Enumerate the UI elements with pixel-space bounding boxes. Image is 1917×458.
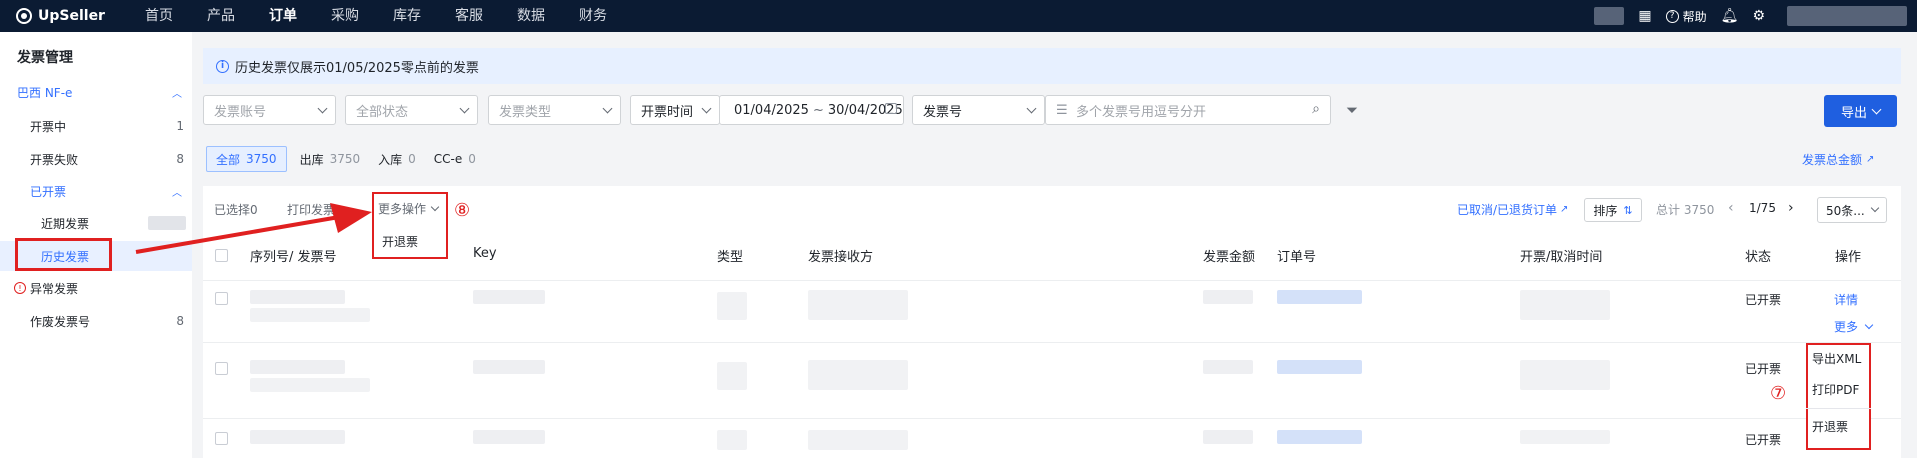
page-indicator: 1/75 bbox=[1749, 201, 1776, 215]
row-divider bbox=[203, 342, 1901, 343]
row-more-label: 更多 bbox=[1834, 320, 1859, 334]
blurred-key bbox=[473, 290, 545, 304]
col-time: 开票/取消时间 bbox=[1520, 250, 1603, 265]
row-checkbox[interactable] bbox=[215, 432, 228, 445]
blurred-type bbox=[717, 362, 747, 390]
col-status: 状态 bbox=[1745, 250, 1772, 265]
menu-item-print-pdf[interactable]: 打印PDF bbox=[1812, 381, 1859, 398]
blurred-amount bbox=[1203, 290, 1253, 304]
row-more-dropdown[interactable]: 更多 bbox=[1834, 318, 1874, 335]
col-type: 类型 bbox=[717, 250, 744, 265]
blurred-recipient bbox=[808, 430, 908, 450]
row-checkbox[interactable] bbox=[215, 292, 228, 305]
menu-item-refund-invoice[interactable]: 开退票 bbox=[1812, 418, 1848, 435]
chevron-down-icon bbox=[1864, 320, 1874, 330]
blurred-type bbox=[717, 430, 747, 450]
blurred-recipient bbox=[808, 290, 908, 320]
select-all-checkbox[interactable] bbox=[215, 249, 228, 262]
blurred-amount bbox=[1203, 360, 1253, 374]
blurred-time bbox=[1520, 360, 1610, 390]
col-order-no: 订单号 bbox=[1277, 250, 1317, 265]
cancelled-orders-link[interactable]: 已取消/已退货订单 ↗ bbox=[1457, 201, 1568, 218]
col-actions: 操作 bbox=[1835, 250, 1862, 265]
prev-page-icon[interactable]: ‹ bbox=[1728, 200, 1734, 216]
blurred-invoice bbox=[250, 378, 370, 392]
page-size-select[interactable]: 50条... bbox=[1817, 197, 1887, 223]
menu-item-export-xml[interactable]: 导出XML bbox=[1812, 350, 1861, 367]
blurred-key bbox=[473, 430, 545, 444]
row-more-menu: 导出XML 打印PDF 开退票 bbox=[1806, 343, 1871, 450]
status-badge: 已开票 bbox=[1745, 433, 1782, 447]
sort-label: 排序 bbox=[1593, 203, 1618, 218]
detail-link[interactable]: 详情 bbox=[1834, 291, 1858, 308]
status-badge: 已开票 bbox=[1745, 362, 1782, 376]
annotation-seven: ⑦ bbox=[1770, 383, 1787, 404]
cancelled-orders-label: 已取消/已退货订单 bbox=[1457, 203, 1558, 217]
blurred-order-link[interactable] bbox=[1277, 290, 1362, 304]
status-badge: 已开票 bbox=[1745, 293, 1782, 307]
menu-divider bbox=[1806, 408, 1871, 409]
sort-button[interactable]: 排序 ⇅ bbox=[1584, 198, 1642, 222]
col-recipient: 发票接收方 bbox=[808, 250, 874, 265]
external-link-icon: ↗ bbox=[1560, 204, 1569, 215]
sort-icon: ⇅ bbox=[1623, 203, 1633, 217]
col-serial: 序列号/ 发票号 bbox=[250, 250, 337, 265]
blurred-invoice bbox=[250, 308, 370, 322]
page-size-value: 50条... bbox=[1826, 203, 1865, 218]
col-key: Key bbox=[473, 246, 497, 261]
blurred-serial bbox=[250, 430, 345, 444]
blurred-recipient bbox=[808, 360, 908, 390]
blurred-order-link[interactable] bbox=[1277, 430, 1362, 444]
blurred-type bbox=[717, 292, 747, 320]
col-amount: 发票金额 bbox=[1203, 250, 1256, 265]
total-count: 总计 3750 bbox=[1656, 203, 1715, 217]
blurred-time bbox=[1520, 430, 1610, 444]
arrow-head bbox=[330, 203, 372, 233]
next-page-icon[interactable]: › bbox=[1788, 200, 1794, 216]
blurred-time bbox=[1520, 290, 1610, 320]
header-divider bbox=[203, 280, 1901, 281]
blurred-serial bbox=[250, 360, 345, 374]
blurred-order-link[interactable] bbox=[1277, 360, 1362, 374]
chevron-down-icon bbox=[1870, 203, 1880, 213]
row-divider bbox=[203, 418, 1901, 419]
blurred-amount bbox=[1203, 430, 1253, 444]
blurred-key bbox=[473, 360, 545, 374]
blurred-serial bbox=[250, 290, 345, 304]
row-checkbox[interactable] bbox=[215, 362, 228, 375]
